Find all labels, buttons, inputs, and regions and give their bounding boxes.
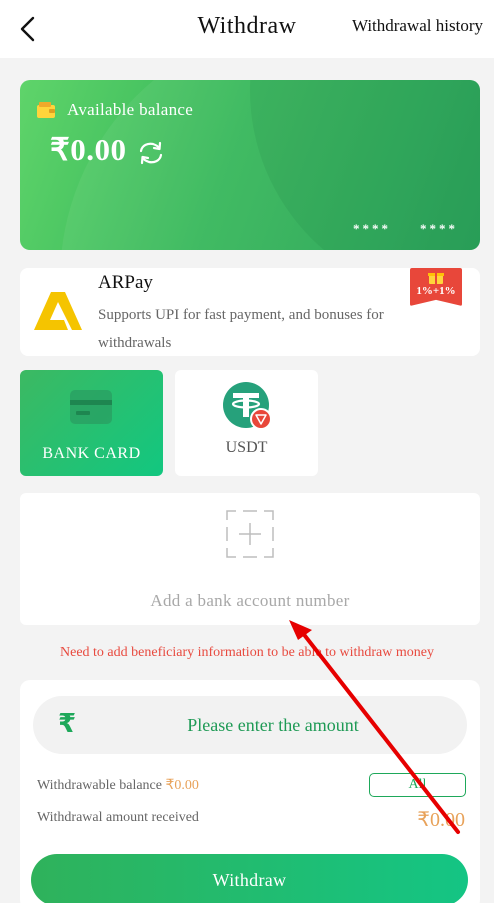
refresh-icon[interactable] (136, 140, 166, 166)
card-number-mask: **** (353, 221, 391, 236)
amount-panel: ₹ Withdrawable balance ₹0.00 All Withdra… (20, 680, 480, 903)
wallet-icon (37, 102, 55, 118)
method-label: USDT (225, 439, 268, 456)
arpay-logo (34, 292, 82, 330)
balance-amount: ₹0.00 (50, 132, 127, 167)
withdrawable-balance-row: Withdrawable balance ₹0.00 (37, 777, 199, 794)
arpay-description: Supports UPI for fast payment, and bonus… (98, 307, 384, 351)
withdraw-button[interactable]: Withdraw (31, 854, 468, 903)
withdrawable-value: ₹0.00 (165, 778, 199, 793)
method-label: BANK CARD (42, 445, 141, 462)
withdrawal-history-link[interactable]: Withdrawal history (352, 16, 483, 36)
card-number-mask: **** (420, 221, 458, 236)
balance-label: Available balance (67, 100, 194, 119)
usdt-icon (223, 382, 272, 430)
add-bank-account[interactable]: Add a bank account number (20, 493, 480, 625)
arpay-promo[interactable]: ARPay Supports UPI for fast payment, and… (20, 268, 480, 356)
method-bank-card[interactable]: BANK CARD (20, 370, 163, 476)
beneficiary-warning: Need to add beneficiary information to b… (60, 645, 434, 660)
all-button[interactable]: All (369, 773, 466, 797)
bonus-text: 1%+1% (416, 285, 456, 297)
received-value: ₹0.00 (417, 809, 465, 831)
bank-card-icon (70, 390, 112, 424)
add-account-label: Add a bank account number (150, 591, 350, 610)
method-usdt[interactable]: USDT (175, 370, 318, 476)
withdrawable-label: Withdrawable balance (37, 778, 162, 793)
top-header: Withdraw Withdrawal history (0, 0, 494, 58)
amount-input[interactable] (93, 696, 453, 754)
arpay-title: ARPay (98, 272, 153, 293)
add-plus-icon (226, 510, 274, 558)
received-label: Withdrawal amount received (37, 810, 199, 825)
rupee-icon: ₹ (58, 709, 77, 739)
amount-input-wrapper[interactable]: ₹ (33, 696, 467, 754)
balance-card: Available balance ₹0.00 **** **** (20, 80, 480, 250)
gift-icon (428, 273, 444, 284)
